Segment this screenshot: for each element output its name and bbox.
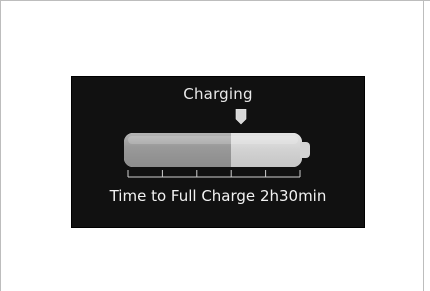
frame-right-line — [423, 0, 424, 291]
time-to-full-label: Time to Full Charge — [109, 187, 256, 205]
charge-indicator-pointer-icon — [235, 109, 247, 125]
manual-figure: Charging Time to Full Charge 2h30min — [0, 0, 430, 291]
charging-status-label: Charging — [183, 85, 253, 103]
frame-left-line — [0, 0, 1, 291]
time-to-full-charge-text: Time to Full Charge 2h30min — [72, 187, 364, 205]
battery-body — [124, 133, 302, 167]
frame-top-line — [0, 0, 430, 1]
battery-terminal — [300, 142, 310, 158]
battery-icon — [124, 133, 312, 167]
battery-highlight — [128, 136, 298, 144]
charging-display-screen: Charging Time to Full Charge 2h30min — [71, 76, 365, 228]
time-to-full-value: 2h30min — [259, 187, 327, 205]
charge-scale-ticks — [127, 170, 301, 178]
